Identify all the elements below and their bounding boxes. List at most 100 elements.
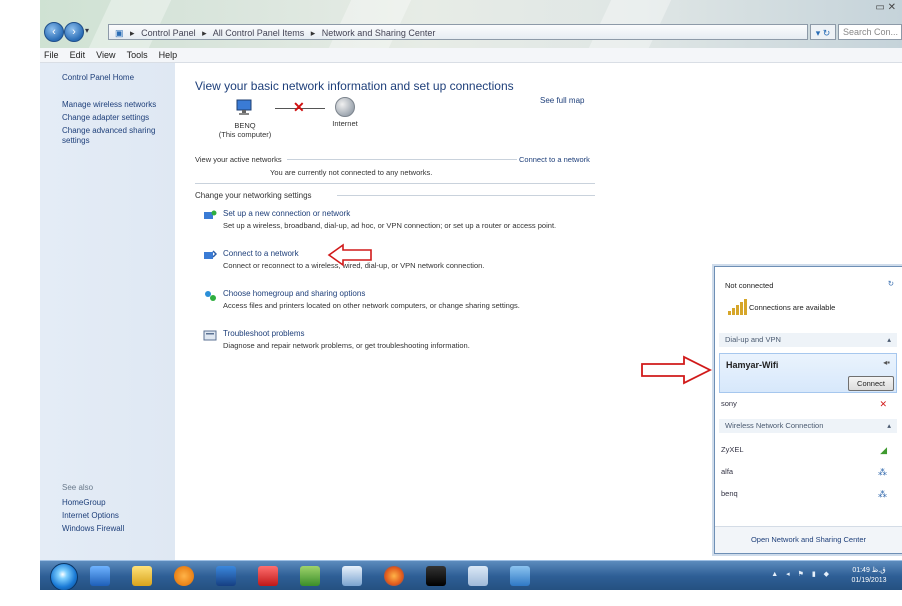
internet-options-link[interactable]: Internet Options [62,511,170,521]
disconnected-x-icon[interactable]: ✕ [293,99,305,116]
windows-firewall-link[interactable]: Windows Firewall [62,524,170,534]
network-item-sony[interactable]: sony ✕ [721,397,895,411]
homegroup-sharing-link[interactable]: Choose homegroup and sharing options [223,289,365,298]
wifi-signal-icon: ◢ [880,445,887,455]
see-also-heading: See also [62,483,94,492]
manage-wireless-link[interactable]: Manage wireless networks [62,100,170,110]
breadcrumb-control-panel[interactable]: Control Panel [141,28,196,38]
internet-node[interactable]: Internet [325,97,365,128]
taskbar-clock[interactable]: 01:49 ق.ظ 01/19/2013 [842,566,896,586]
disconnected-x-icon: ✕ [879,399,887,409]
menu-edit[interactable]: Edit [66,48,90,62]
search-input[interactable]: Search Con... [838,24,902,40]
taskbar: ▲ ◂ ⚑ ▮ ◆ 01:49 ق.ظ 01/19/2013 [40,560,902,590]
collapse-chevron-icon[interactable]: ▴ [887,419,891,433]
window-controls[interactable]: ▭ ✕ [875,2,896,13]
new-connection-link[interactable]: Set up a new connection or network [223,209,350,218]
refresh-networks-icon[interactable]: ↻ [888,279,894,288]
change-settings-heading: Change your networking settings [195,191,312,200]
not-connected-message: You are currently not connected to any n… [270,168,433,177]
start-button[interactable] [50,563,78,590]
app-red-icon[interactable] [258,566,278,586]
selected-network-name: Hamyar-Wifi [726,360,779,370]
adhoc-network-icon: ⁂ [878,489,887,499]
outer-margin [0,0,40,590]
breadcrumb-all-items[interactable]: All Control Panel Items [213,28,305,38]
network-folder-icon: ▣ [115,28,124,38]
network-item-label: sony [721,399,737,408]
new-connection-desc: Set up a wireless, broadband, dial-up, a… [223,221,557,230]
computer-taskbar-icon[interactable] [216,566,236,586]
system-tray-icons[interactable]: ▲ ◂ ⚑ ▮ ◆ [771,570,832,578]
connect-button[interactable]: Connect [848,376,894,391]
divider [337,195,595,196]
network-item-label: alfa [721,467,734,476]
back-arrow-icon[interactable]: ‹ [44,22,64,42]
dialup-vpn-group-label: Dial-up and VPN [725,335,781,344]
menu-tools[interactable]: Tools [123,48,152,62]
new-connection-icon [204,210,217,219]
wireless-networks-popup: Not connected ↻ Connections are availabl… [714,266,902,554]
troubleshoot-icon [203,330,217,341]
recent-pages-chevron-icon[interactable]: ▾ [85,26,89,35]
active-networks-label: View your active networks [195,155,282,164]
breadcrumb-network-sharing[interactable]: Network and Sharing Center [322,28,436,38]
collapse-chevron-icon[interactable]: ▴ [887,333,891,347]
dialup-vpn-group[interactable]: Dial-up and VPN ▴ [719,333,897,347]
troubleshoot-link[interactable]: Troubleshoot problems [223,329,305,338]
adhoc-network-icon: ⁂ [878,467,887,477]
advanced-sharing-link[interactable]: Change advanced sharing settings [62,126,170,146]
window-app-icon[interactable] [342,566,362,586]
breadcrumb-separator: ▸ [310,28,316,38]
open-network-center-link[interactable]: Open Network and Sharing Center [715,526,902,553]
internet-explorer-icon[interactable] [90,566,110,586]
desktop-screen: ▭ ✕ ‹ › ▾ ▣ ▸ Control Panel ▸ All Contro… [40,0,902,590]
homegroup-link[interactable]: HomeGroup [62,498,170,508]
explorer-folder-icon[interactable] [132,566,152,586]
control-panel-icon[interactable] [300,566,320,586]
network-item-benq[interactable]: benq ⁂ [721,487,895,501]
firefox-icon[interactable] [384,566,404,586]
network-item-zyxel[interactable]: ZyXEL ◢ [721,443,895,457]
clock-date: 01/19/2013 [851,577,887,584]
internet-label: Internet [332,119,358,128]
connect-to-network-link[interactable]: Connect to a network [519,155,590,164]
clock-time: 01:49 ق.ظ [852,567,886,574]
computer-icon [236,99,252,115]
refresh-button[interactable]: ▾ ↻ [810,24,836,40]
change-adapter-link[interactable]: Change adapter settings [62,113,170,123]
terminal-icon[interactable] [426,566,446,586]
window-titlebar: ▭ ✕ ‹ › ▾ ▣ ▸ Control Panel ▸ All Contro… [40,0,902,48]
red-arrow-left-icon [327,243,372,267]
bottom-margin [0,590,902,606]
breadcrumb-separator: ▸ [130,28,135,38]
menu-file[interactable]: File [40,48,63,62]
wireless-connection-group[interactable]: Wireless Network Connection ▴ [719,419,897,433]
left-navigation-pane: Control Panel Home Manage wireless netwo… [40,63,175,560]
menu-view[interactable]: View [92,48,119,62]
network-app-icon[interactable] [510,566,530,586]
address-bar[interactable]: ▣ ▸ Control Panel ▸ All Control Panel It… [108,24,808,40]
divider [287,159,517,160]
computer-sub-label: (This computer) [218,130,272,139]
homegroup-sharing-desc: Access files and printers located on oth… [223,301,520,310]
control-panel-home-link[interactable]: Control Panel Home [62,73,170,83]
homegroup-icon [205,291,216,301]
document-icon[interactable] [468,566,488,586]
media-player-icon[interactable] [174,566,194,586]
divider [195,183,595,184]
network-item-alfa[interactable]: alfa ⁂ [721,465,895,479]
page-heading: View your basic network information and … [195,79,514,93]
selected-network-hamyar[interactable]: Hamyar-Wifi ◂▪ Connect [719,353,897,393]
computer-name: BENQ [234,121,256,130]
globe-icon [335,97,355,117]
this-computer-node[interactable]: BENQ (This computer) [215,97,275,139]
forward-arrow-icon[interactable]: › [64,22,84,42]
red-arrow-right-icon [641,355,712,385]
menu-help[interactable]: Help [155,48,182,62]
connect-network-icon [204,250,217,259]
see-full-map-link[interactable]: See full map [540,96,584,105]
wireless-group-label: Wireless Network Connection [725,421,824,430]
network-item-label: ZyXEL [721,445,744,454]
connect-network-link[interactable]: Connect to a network [223,249,299,258]
